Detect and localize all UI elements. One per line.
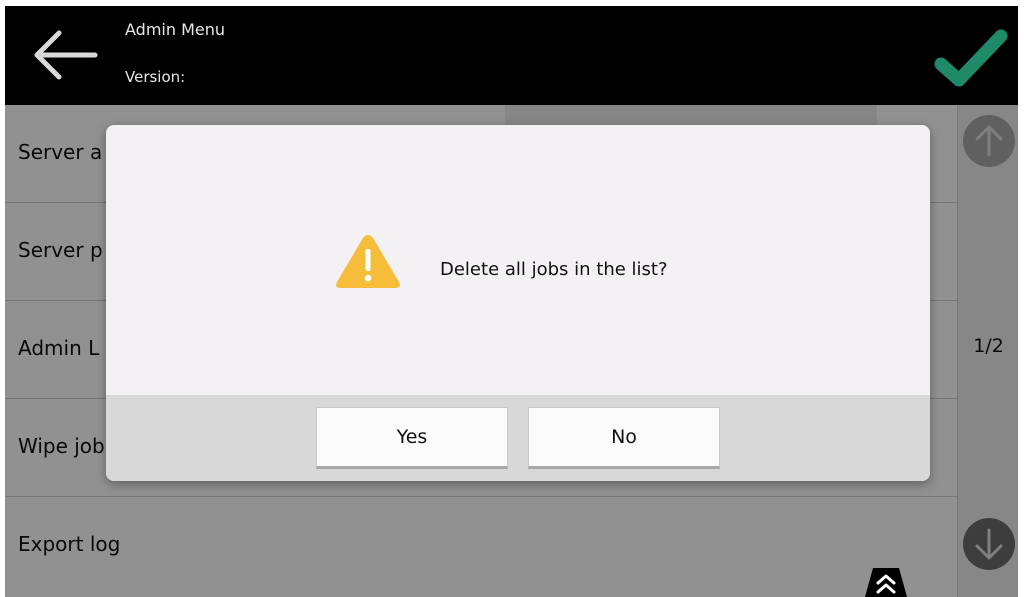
warning-icon <box>334 233 402 289</box>
expand-tab[interactable] <box>855 566 917 597</box>
back-arrow-icon <box>34 30 98 80</box>
double-chevron-up-icon <box>865 568 907 597</box>
dialog-message: Delete all jobs in the list? <box>440 259 668 280</box>
confirm-dialog: Delete all jobs in the list? Yes No <box>106 125 930 481</box>
screen: Admin Menu Version: Server a Server p Ad… <box>5 6 1018 597</box>
checkmark-icon <box>934 29 1008 87</box>
version-label: Version: <box>125 68 186 86</box>
no-button[interactable]: No <box>528 407 720 469</box>
dialog-footer: Yes No <box>106 395 930 481</box>
header-bar: Admin Menu Version: <box>5 6 1018 105</box>
confirm-button[interactable] <box>931 22 1009 92</box>
header-title: Admin Menu <box>125 20 226 39</box>
back-button[interactable] <box>23 24 103 86</box>
yes-button[interactable]: Yes <box>316 407 508 469</box>
